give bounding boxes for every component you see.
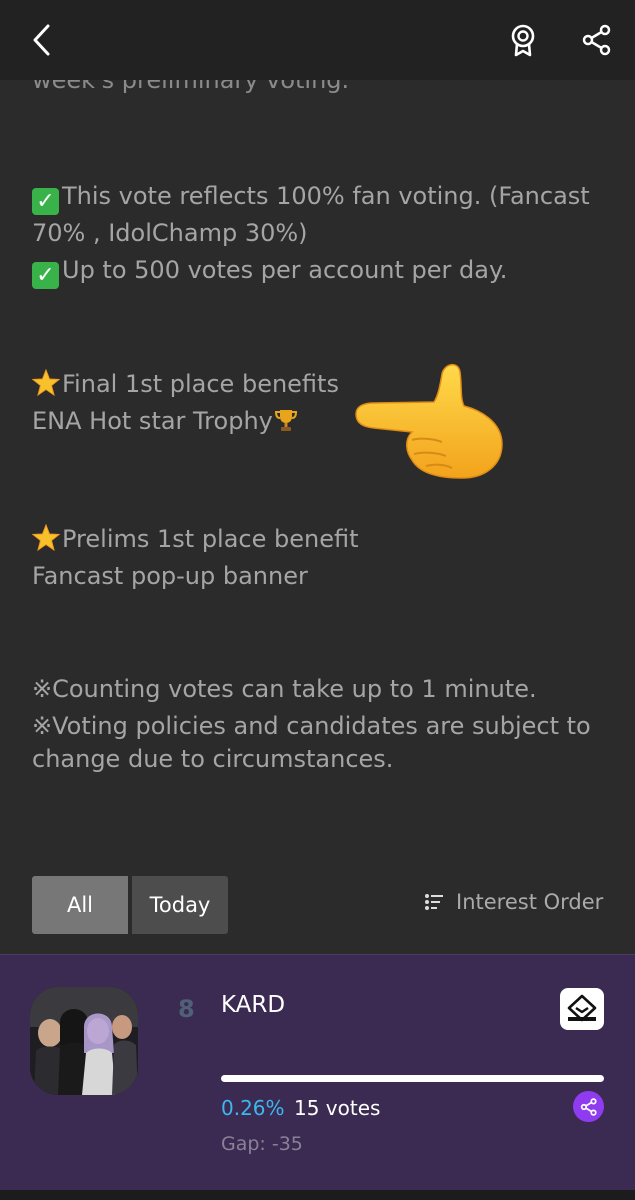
vote-button[interactable]	[560, 988, 604, 1030]
candidate-rank: 8	[178, 995, 195, 1023]
top-app-bar	[0, 0, 635, 80]
prelim-benefit-detail: Fancast pop-up banner	[32, 562, 308, 590]
final-benefit-title: Final 1st place benefits	[32, 366, 612, 403]
note-policy-cont: change due to circumstances.	[32, 745, 394, 773]
note-counting: ※Counting votes can take up to 1 minute.	[32, 675, 537, 703]
sort-order-button[interactable]: Interest Order	[424, 890, 603, 914]
chevron-left-icon	[33, 24, 50, 56]
vote-box-icon	[567, 994, 597, 1022]
vote-progress-bar	[221, 1075, 604, 1082]
glowing-star-icon	[32, 524, 60, 552]
note-policy: ※Voting policies and candidates are subj…	[32, 712, 591, 740]
vote-count: 15 votes	[294, 1096, 381, 1120]
share-icon	[582, 24, 611, 56]
tab-all[interactable]: All	[32, 876, 128, 934]
rule-line-3: ✓ Up to 500 votes per account per day.	[32, 252, 612, 289]
checkmark-icon: ✓	[32, 262, 59, 289]
final-benefit-detail: ENA Hot star Trophy	[32, 403, 612, 440]
candidate-card[interactable]: 8 KARD 0.26% 15 votes Gap: -35	[0, 954, 635, 1191]
list-sort-icon	[425, 894, 443, 910]
vote-gap: Gap: -35	[221, 1133, 303, 1155]
rule-line-2: 70% , IdolChamp 30%)	[32, 219, 308, 247]
vote-percentage: 0.26%	[221, 1096, 285, 1120]
sort-label: Interest Order	[456, 890, 604, 914]
checkmark-icon: ✓	[32, 188, 59, 215]
vote-description: ✓ This vote reflects 100% fan voting. (Fa…	[32, 60, 612, 778]
candidate-name: KARD	[221, 992, 286, 1018]
pointing-hand-emoji	[355, 363, 503, 479]
glowing-star-icon	[32, 369, 60, 397]
share-icon	[580, 1097, 597, 1116]
vote-progress-fill	[221, 1075, 604, 1082]
award-badge-icon	[511, 24, 535, 57]
tab-today[interactable]: Today	[132, 876, 228, 934]
award-button[interactable]	[503, 20, 543, 60]
prelim-benefit-title: Prelims 1st place benefit	[32, 521, 612, 558]
back-button[interactable]	[22, 20, 62, 60]
share-button[interactable]	[577, 20, 617, 60]
group-photo	[30, 987, 138, 1095]
trophy-icon	[274, 410, 297, 431]
candidate-avatar	[30, 987, 138, 1095]
bottom-edge	[0, 1190, 635, 1200]
candidate-share-button[interactable]	[573, 1091, 604, 1122]
period-segmented-control: All Today	[32, 876, 228, 934]
rule-line-1: ✓ This vote reflects 100% fan voting. (Fa…	[32, 178, 612, 215]
